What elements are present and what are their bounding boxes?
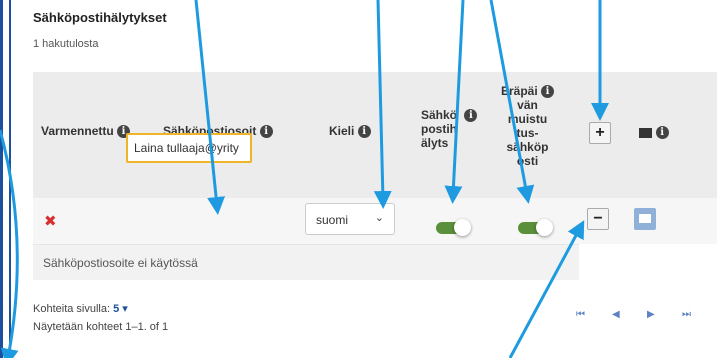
envelope-icon xyxy=(639,127,652,138)
toggle-knob xyxy=(454,219,471,236)
previous-page-icon[interactable]: ◀ xyxy=(612,309,620,320)
section-title: Sähköpostihälytykset xyxy=(33,10,167,25)
info-icon[interactable]: i xyxy=(357,125,371,139)
header-email-alert[interactable]: Sähkö i postih älyts xyxy=(421,108,478,150)
items-per-page-select[interactable]: 5 ▾ xyxy=(113,303,128,315)
disabled-note: Sähköpostiosoite ei käytössä xyxy=(43,256,198,270)
disabled-note-row: Sähköpostiosoite ei käytössä xyxy=(33,244,579,280)
result-count: 1 hakutulosta xyxy=(33,38,99,50)
language-select[interactable]: suomi ⌄ xyxy=(305,203,395,235)
add-email-button[interactable]: + xyxy=(589,122,611,144)
pagination-info: Näytetään kohteet 1–1. of 1 xyxy=(33,321,169,333)
left-border-line xyxy=(9,0,11,358)
remove-email-button[interactable]: − xyxy=(587,208,609,230)
header-send[interactable]: i xyxy=(639,124,669,140)
language-value: suomi xyxy=(316,213,349,227)
due-reminder-toggle[interactable] xyxy=(518,219,553,236)
x-icon: ✖ xyxy=(44,213,57,230)
email-alert-toggle[interactable] xyxy=(436,219,471,236)
send-test-email-button[interactable] xyxy=(634,208,656,230)
chevron-down-icon: ⌄ xyxy=(374,212,384,224)
info-icon[interactable]: i xyxy=(655,126,669,140)
header-due-reminder[interactable]: Eräpäi i vän muistu tus- sähköp osti xyxy=(501,84,555,168)
toggle-knob xyxy=(536,219,553,236)
first-page-icon[interactable]: ⏮ xyxy=(576,309,585,320)
left-border xyxy=(0,0,6,358)
header-verified[interactable]: Varmennettu i xyxy=(41,124,131,139)
last-page-icon[interactable]: ⏭ xyxy=(682,309,691,320)
info-icon[interactable]: i xyxy=(259,125,273,139)
email-field[interactable] xyxy=(126,133,252,163)
header-language[interactable]: Kieli i xyxy=(329,124,371,139)
items-per-page: Kohteita sivulla: 5 ▾ xyxy=(33,303,128,315)
info-icon[interactable]: i xyxy=(541,85,555,99)
envelope-icon xyxy=(639,214,651,223)
next-page-icon[interactable]: ▶ xyxy=(647,309,655,320)
info-icon[interactable]: i xyxy=(464,109,478,123)
